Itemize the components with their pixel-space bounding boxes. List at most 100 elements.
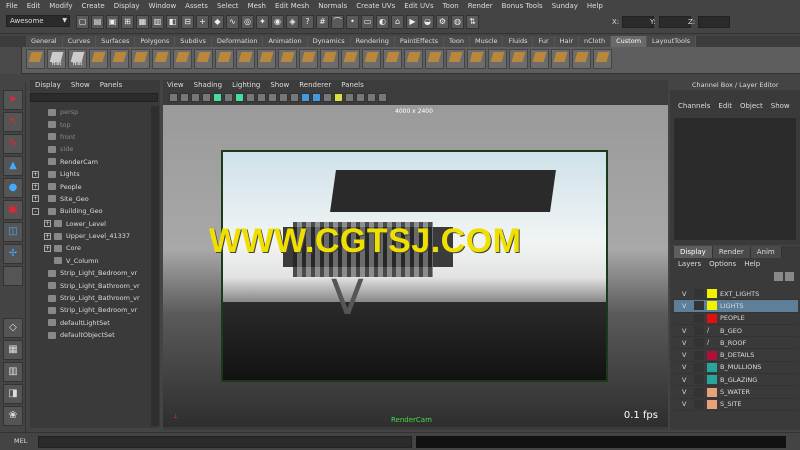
camera-lock-icon[interactable]: [180, 93, 189, 102]
dynamic-mask-icon[interactable]: ◉: [271, 15, 284, 29]
layer-playback-toggle[interactable]: [694, 289, 704, 299]
shelf-tab[interactable]: Toon: [444, 36, 470, 47]
outliner-scrollbar[interactable]: [151, 106, 159, 426]
shelf-tool-icon[interactable]: [131, 49, 150, 69]
channel-box-area[interactable]: [674, 118, 796, 240]
safe-action-icon[interactable]: [268, 93, 277, 102]
two-pane-layout-icon[interactable]: ▥: [3, 362, 23, 382]
lock-selection-icon[interactable]: ◧: [166, 15, 179, 29]
select-tool-icon[interactable]: ➤: [3, 90, 23, 110]
outliner-item[interactable]: + People: [30, 180, 150, 192]
outliner-item[interactable]: Strip_Light_Bedroom_vr: [30, 267, 150, 279]
shelf-tab[interactable]: PaintEffects: [394, 36, 445, 47]
viewport-menu-item[interactable]: Renderer: [299, 80, 331, 91]
show-manipulator-icon[interactable]: [3, 266, 23, 286]
expand-icon[interactable]: +: [44, 232, 51, 240]
history-icon[interactable]: ⌂: [391, 15, 404, 29]
layer-playback-toggle[interactable]: [694, 326, 704, 336]
viewport-menu-item[interactable]: Lighting: [232, 80, 260, 91]
layer-editor-menu-item[interactable]: Help: [744, 258, 760, 270]
new-scene-icon[interactable]: ▢: [76, 15, 89, 29]
universal-manipulator-icon[interactable]: ◫: [3, 222, 23, 242]
z-input[interactable]: [698, 16, 731, 28]
shelf-tab[interactable]: Polygons: [135, 36, 176, 47]
select-hierarchy-icon[interactable]: ⊞: [121, 15, 134, 29]
menu-item[interactable]: Assets: [185, 2, 208, 10]
filter-icon[interactable]: ⊟: [181, 15, 194, 29]
expand-icon[interactable]: +: [32, 183, 39, 191]
surface-mask-icon[interactable]: ◎: [241, 15, 254, 29]
shelf-tool-icon[interactable]: [89, 49, 108, 69]
layer-editor-menu-item[interactable]: Options: [709, 258, 736, 270]
layer-visibility-toggle[interactable]: V: [682, 388, 686, 396]
shelf-tab[interactable]: Fur: [533, 36, 555, 47]
outliner-item[interactable]: Strip_Light_Bedroom_vr: [30, 304, 150, 316]
shelf-tool-icon[interactable]: [173, 49, 192, 69]
outliner-item[interactable]: + Lower_Level: [30, 218, 150, 230]
safe-title-icon[interactable]: [279, 93, 288, 102]
outliner-menu-item[interactable]: Display: [35, 80, 61, 91]
layer-playback-toggle[interactable]: [694, 338, 704, 348]
menu-item[interactable]: Normals: [318, 2, 347, 10]
menu-item[interactable]: Render: [468, 2, 493, 10]
shelf-tool-icon[interactable]: [446, 49, 465, 69]
layer-row[interactable]: V B_GLAZING: [674, 374, 798, 387]
outliner-item[interactable]: - Building_Geo: [30, 205, 150, 217]
shelf-tab[interactable]: Curves: [62, 36, 97, 47]
move-tool-icon[interactable]: ▲: [3, 156, 23, 176]
isolate-select-icon[interactable]: [367, 93, 376, 102]
expand-icon[interactable]: +: [32, 195, 39, 203]
shelf-tool-icon[interactable]: [362, 49, 381, 69]
menu-item[interactable]: Mesh: [248, 2, 266, 10]
layer-color-swatch[interactable]: [707, 313, 717, 323]
channel-box-menu-item[interactable]: Channels: [678, 100, 710, 112]
menu-item[interactable]: Sunday: [552, 2, 578, 10]
shelf-tab[interactable]: Subdivs: [175, 36, 212, 47]
shelf-tab[interactable]: Animation: [263, 36, 308, 47]
layer-visibility-toggle[interactable]: V: [682, 351, 686, 359]
soft-mod-tool-icon[interactable]: ✢: [3, 244, 23, 264]
shelf-tab[interactable]: General: [26, 36, 63, 47]
new-layer-from-selection-icon[interactable]: [785, 272, 794, 281]
menu-item[interactable]: Window: [149, 2, 177, 10]
command-input[interactable]: [38, 436, 412, 448]
shelf-hist-button[interactable]: Hist: [68, 49, 87, 69]
shelf-tab[interactable]: Fluids: [503, 36, 534, 47]
outliner-item[interactable]: RenderCam: [30, 156, 150, 168]
outliner-item[interactable]: V_Column: [30, 255, 150, 267]
shelf-tool-icon[interactable]: [194, 49, 213, 69]
menu-item[interactable]: Edit Mesh: [275, 2, 309, 10]
shelf-tool-icon[interactable]: [530, 49, 549, 69]
render-frame-icon[interactable]: ▶: [406, 15, 419, 29]
menu-item[interactable]: Toon: [443, 2, 459, 10]
textured-icon[interactable]: [323, 93, 332, 102]
outliner-item[interactable]: side: [30, 143, 150, 155]
render-settings-icon[interactable]: ⚙: [436, 15, 449, 29]
layer-visibility-toggle[interactable]: V: [682, 376, 686, 384]
snap-point-icon[interactable]: •: [346, 15, 359, 29]
viewport-menu-item[interactable]: Show: [270, 80, 289, 91]
menu-set-select[interactable]: Awesome ▼: [6, 15, 70, 27]
layer-row[interactable]: V B_DETAILS: [674, 349, 798, 362]
misc-mask-icon[interactable]: ?: [301, 15, 314, 29]
camera-attributes-icon[interactable]: [169, 93, 178, 102]
open-scene-icon[interactable]: ▤: [91, 15, 104, 29]
shelf-hist-button[interactable]: Hist: [47, 49, 66, 69]
film-gate-icon[interactable]: [224, 93, 233, 102]
shelf-tool-icon[interactable]: [152, 49, 171, 69]
outliner-item[interactable]: front: [30, 131, 150, 143]
select-object-icon[interactable]: ▦: [136, 15, 149, 29]
outliner-layout-icon[interactable]: ◨: [3, 384, 23, 404]
layer-color-swatch[interactable]: /: [707, 326, 717, 335]
menu-item[interactable]: File: [6, 2, 18, 10]
outliner-item[interactable]: defaultLightSet: [30, 317, 150, 329]
layer-visibility-toggle[interactable]: V: [682, 339, 686, 347]
field-chart-icon[interactable]: [257, 93, 266, 102]
shelf-tool-icon[interactable]: [551, 49, 570, 69]
render-mask-icon[interactable]: ◈: [286, 15, 299, 29]
shelf-tab[interactable]: Muscle: [469, 36, 504, 47]
layer-color-swatch[interactable]: [707, 301, 717, 311]
layer-playback-toggle[interactable]: [694, 301, 704, 311]
shelf-tool-icon[interactable]: [26, 49, 45, 69]
hq-rendering-icon[interactable]: [378, 93, 387, 102]
